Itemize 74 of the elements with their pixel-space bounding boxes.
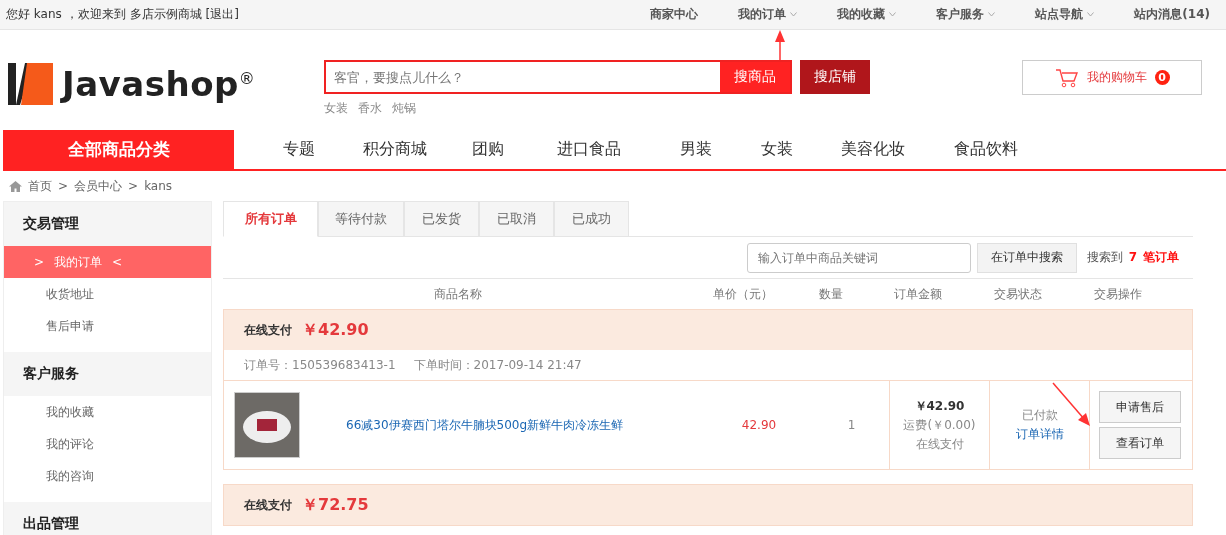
sidebar-item[interactable]: 我的收藏 — [4, 396, 211, 428]
quantity: 1 — [847, 418, 856, 432]
payment-method: 在线支付 — [915, 435, 964, 453]
sidebar-item[interactable]: 我的评论 — [4, 428, 211, 460]
order-action-button[interactable]: 申请售后 — [1098, 391, 1181, 423]
order-total: ￥72.75 — [302, 494, 369, 516]
column-header: 订单金额 — [893, 285, 943, 303]
column-header: 交易状态 — [993, 285, 1043, 303]
cart-count-badge: 0 — [1154, 70, 1170, 85]
nav-link[interactable]: 女装 — [739, 130, 815, 169]
nav-link[interactable]: 积分商城 — [339, 130, 451, 169]
sidebar-section-title: 交易管理 — [4, 202, 211, 246]
logout-link[interactable]: [退出] — [205, 6, 239, 23]
all-categories-button[interactable]: 全部商品分类 — [3, 130, 234, 169]
sidebar-section-title: 客户服务 — [4, 352, 211, 396]
order-search-field[interactable]: 输入订单中商品关键词 — [746, 242, 971, 273]
breadcrumb-link[interactable]: 首页 — [28, 177, 52, 195]
shipping-fee: 运费(￥0.00) — [903, 416, 976, 434]
order-status: 已付款 — [1021, 407, 1058, 424]
top-menu-link[interactable]: 我的订单 — [738, 6, 798, 23]
order-tab[interactable]: 已取消 — [479, 201, 554, 236]
top-menu-link[interactable]: 站内消息(14) — [1134, 6, 1210, 23]
sidebar-item[interactable]: 我的咨询 — [4, 460, 211, 492]
order-number: 订单号：150539683413-1 — [244, 356, 396, 374]
order-tab[interactable]: 已成功 — [554, 201, 629, 236]
hot-word-link[interactable]: 女装 — [324, 100, 348, 117]
hot-word-link[interactable]: 炖锅 — [392, 100, 416, 117]
top-menu-link[interactable]: 站点导航 — [1035, 6, 1095, 23]
hot-word-link[interactable]: 香水 — [358, 100, 382, 117]
product-name-link[interactable]: 66减30伊赛西门塔尔牛腩块500g新鲜牛肉冷冻生鲜 — [346, 416, 624, 434]
top-menu-link[interactable]: 商家中心 — [650, 6, 699, 23]
order-time: 下单时间：2017-09-14 21:47 — [413, 356, 582, 374]
payment-type: 在线支付 — [244, 496, 292, 514]
order-tab[interactable]: 等待付款 — [318, 201, 404, 236]
nav-link[interactable]: 食品饮料 — [931, 130, 1041, 169]
column-header: 商品名称 — [433, 285, 483, 303]
order-tab[interactable]: 已发货 — [404, 201, 479, 236]
top-menu-link[interactable]: 我的收藏 — [837, 6, 897, 23]
nav-link[interactable]: 男装 — [653, 130, 739, 169]
search-products-button[interactable]: 搜商品 — [720, 62, 790, 92]
arrow-annotation — [774, 30, 786, 60]
cart-button[interactable]: 我的购物车 0 — [1022, 60, 1202, 95]
column-header: 数量 — [817, 285, 844, 303]
order-total: ￥42.90 — [302, 319, 369, 341]
shop-name-link[interactable]: 多店示例商城 — [129, 6, 202, 23]
home-icon — [9, 180, 22, 192]
breadcrumb-link[interactable]: 会员中心 — [74, 177, 123, 195]
greeting-text: 您好 kans ，欢迎来到 — [6, 6, 126, 23]
payment-type: 在线支付 — [244, 321, 292, 339]
search-shops-button[interactable]: 搜店铺 — [800, 60, 870, 94]
nav-link[interactable]: 团购 — [451, 130, 525, 169]
order-amount: ￥42.90 — [914, 397, 965, 415]
product-photo-placeholder — [234, 392, 300, 458]
nav-link[interactable]: 进口食品 — [525, 130, 653, 169]
sidebar-item[interactable]: 收货地址 — [4, 278, 211, 310]
order-detail-link[interactable]: 订单详情 — [1015, 426, 1064, 443]
search-result-text: 搜索到 7 笔订单 — [1086, 249, 1179, 266]
nav-link[interactable]: 专题 — [259, 130, 339, 169]
cart-icon — [1054, 67, 1079, 88]
order-action-button[interactable]: 查看订单 — [1098, 427, 1181, 459]
nav-link[interactable]: 美容化妆 — [815, 130, 931, 169]
search-field[interactable]: 客官，要搜点儿什么？ 搜商品 — [324, 60, 792, 94]
logo-icon — [8, 63, 54, 105]
top-menu-link[interactable]: 客户服务 — [936, 6, 996, 23]
unit-price: 42.90 — [741, 418, 777, 432]
column-header: 交易操作 — [1093, 285, 1143, 303]
breadcrumb-separator: > — [128, 179, 139, 193]
sidebar-item[interactable]: 售后申请 — [4, 310, 211, 342]
order-tab[interactable]: 所有订单 — [223, 201, 318, 237]
order-search-button[interactable]: 在订单中搜索 — [976, 242, 1077, 273]
sidebar-section-title: 出品管理 — [4, 502, 211, 535]
column-header: 单价（元） — [712, 285, 774, 303]
logo-text: Javashop$^{®}$ — [62, 64, 256, 104]
breadcrumb-separator: > — [58, 179, 69, 193]
